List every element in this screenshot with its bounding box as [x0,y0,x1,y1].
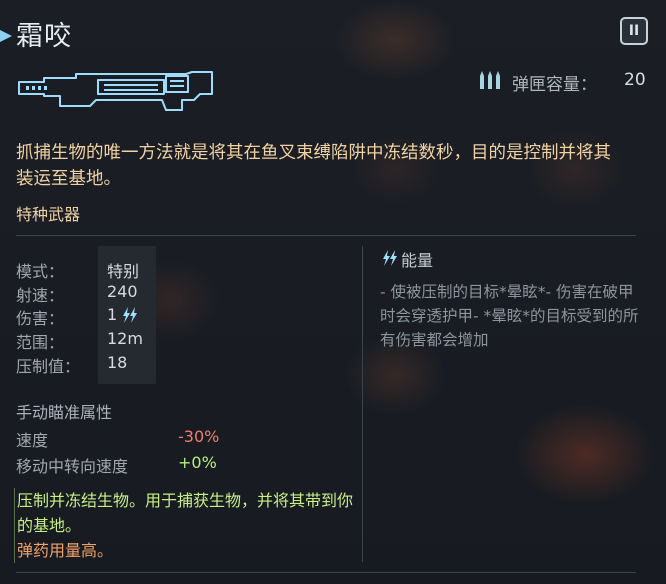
magazine-label: 弹匣容量： [512,75,597,95]
lightning-icon [122,306,138,328]
note-negative: 弹药用量高。 [17,541,114,560]
aim-label-speed: 速度 [16,431,49,450]
weapon-category: 特种武器 [16,205,81,224]
tier-badge-icon: II [620,17,648,45]
aim-label-turn-speed: 移动中转向速度 [16,457,129,476]
stat-label-suppression: 压制值： [16,357,81,376]
ammo-clip-icon [478,70,504,94]
aim-section-title: 手动瞄准属性 [16,403,113,422]
energy-lightning-icon [382,249,398,271]
stat-label-rate: 射速： [16,286,65,305]
aim-value-speed: -30% [178,427,220,446]
note-positive: 压制并冻结生物。用于捕获生物，并将其带到你的基地。 [17,491,354,535]
bottom-divider [16,572,636,573]
stat-value-range: 12m [107,329,143,348]
stat-value-mode: 特别 [107,262,140,281]
stat-value-suppression: 18 [107,353,128,372]
aim-value-turn-speed: +0% [178,453,217,472]
stat-label-mode: 模式： [16,262,65,281]
notes-box: 压制并冻结生物。用于捕获生物，并将其带到你的基地。 弹药用量高。 [14,488,363,563]
divider [16,235,636,236]
stat-value-rate: 240 [107,282,138,301]
energy-title: 能量 [401,251,434,270]
weapon-title: 霜咬 [16,21,72,52]
weapon-description: 抓捕生物的唯一方法就是将其在鱼叉束缚陷阱中冻结数秒，目的是控制并将其装运至基地。 [16,143,611,189]
stat-value-damage: 1 [107,305,118,324]
energy-description: - 使被压制的目标*晕眩*- 伤害在破甲时会穿透护甲- *晕眩*的目标受到的所有… [380,283,639,349]
weapon-silhouette-icon [16,66,214,116]
title-pointer-icon [0,30,12,42]
stat-label-damage: 伤害： [16,309,65,328]
magazine-value: 20 [624,70,646,90]
stat-label-range: 范围： [16,333,65,352]
